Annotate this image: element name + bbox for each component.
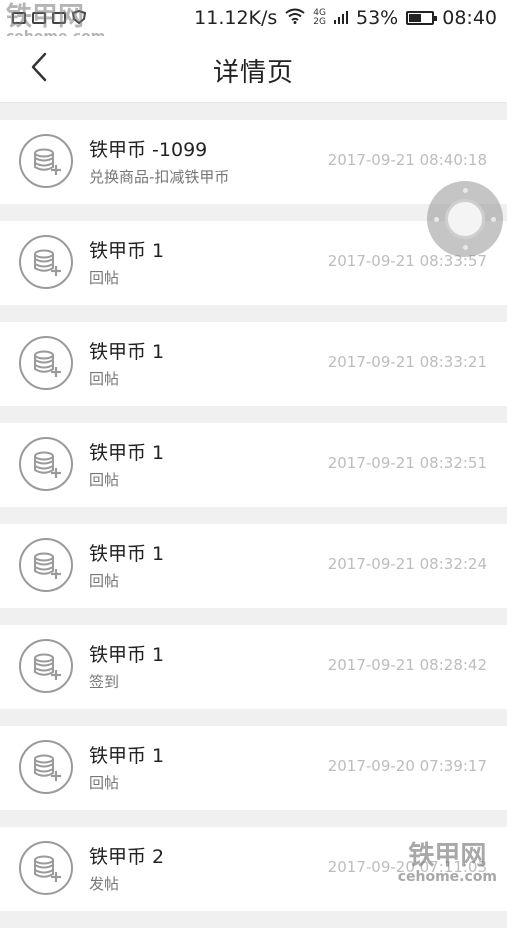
record-amount: 铁甲币 1 [89,543,165,565]
record-description: 回帖 [89,572,120,590]
coin-database-icon [18,638,74,694]
record-timestamp: 2017-09-21 08:32:51 [327,454,487,472]
record-amount: 铁甲币 1 [89,240,165,262]
wifi-icon [285,7,305,29]
status-system-info: 11.12K/s 4G 2G 53% 08:40 [194,7,497,29]
coin-database-icon [18,739,74,795]
signal-icon [334,7,348,29]
coin-database-icon [18,234,74,290]
record-description: 回帖 [89,370,120,388]
record-description: 回帖 [89,269,120,287]
record-description: 兑换商品-扣减铁甲币 [89,168,230,186]
floating-ball-dot [434,217,439,222]
record-amount: 铁甲币 1 [89,341,165,363]
clock: 08:40 [442,7,497,29]
page-title: 详情页 [212,58,294,88]
record-amount: 铁甲币 -1099 [89,139,208,161]
battery-percent: 53% [356,7,399,29]
coin-database-icon [18,436,74,492]
record-row[interactable]: 铁甲币 1 签到 2017-09-21 08:28:42 [0,625,507,709]
record-row[interactable]: 铁甲币 1 回帖 2017-09-21 08:32:24 [0,524,507,608]
record-timestamp: 2017-09-21 08:40:18 [327,151,487,169]
record-description: 签到 [89,673,120,691]
record-timestamp: 2017-09-21 08:28:42 [327,656,487,674]
watermark-brand: 铁甲网 [6,2,85,32]
floating-ball-dot [463,245,468,250]
watermark-logo-bottom: 铁甲网 cehome.com [398,842,497,884]
record-amount: 铁甲币 1 [89,745,165,767]
navigation-bar: 详情页 [0,36,507,103]
record-timestamp: 2017-09-21 08:33:21 [327,353,487,371]
record-amount: 铁甲币 2 [89,846,165,868]
floating-ball-dot [463,188,468,193]
coin-record-list: 铁甲币 -1099 兑换商品-扣减铁甲币 2017-09-21 08:40:18… [0,120,507,928]
record-row[interactable]: 铁甲币 1 回帖 2017-09-20 07:39:17 [0,726,507,810]
battery-fill [409,14,421,22]
record-timestamp: 2017-09-20 07:39:17 [327,757,487,775]
coin-database-icon [18,537,74,593]
watermark-brand: 铁甲网 [408,841,487,871]
network-type: 4G 2G [313,9,326,27]
record-description: 发帖 [89,875,120,893]
floating-ball-dot [491,217,496,222]
floating-ball-center [445,199,485,239]
record-amount: 铁甲币 1 [89,644,165,666]
battery-icon [406,11,438,25]
coin-database-icon [18,840,74,896]
coin-database-icon [18,335,74,391]
network-speed: 11.12K/s [194,7,278,29]
network-type-bottom: 2G [313,17,326,27]
record-row[interactable]: 铁甲币 -1099 兑换商品-扣减铁甲币 2017-09-21 08:40:18 [0,120,507,204]
record-row[interactable]: 铁甲币 1 回帖 2017-09-21 08:32:51 [0,423,507,507]
record-row[interactable]: 铁甲币 1 回帖 2017-09-21 08:33:21 [0,322,507,406]
record-description: 回帖 [89,471,120,489]
record-description: 回帖 [89,774,120,792]
watermark-domain: cehome.com [397,869,497,885]
record-timestamp: 2017-09-21 08:32:24 [327,555,487,573]
floating-assistive-button[interactable] [427,181,503,257]
record-amount: 铁甲币 1 [89,442,165,464]
coin-database-icon [18,133,74,189]
